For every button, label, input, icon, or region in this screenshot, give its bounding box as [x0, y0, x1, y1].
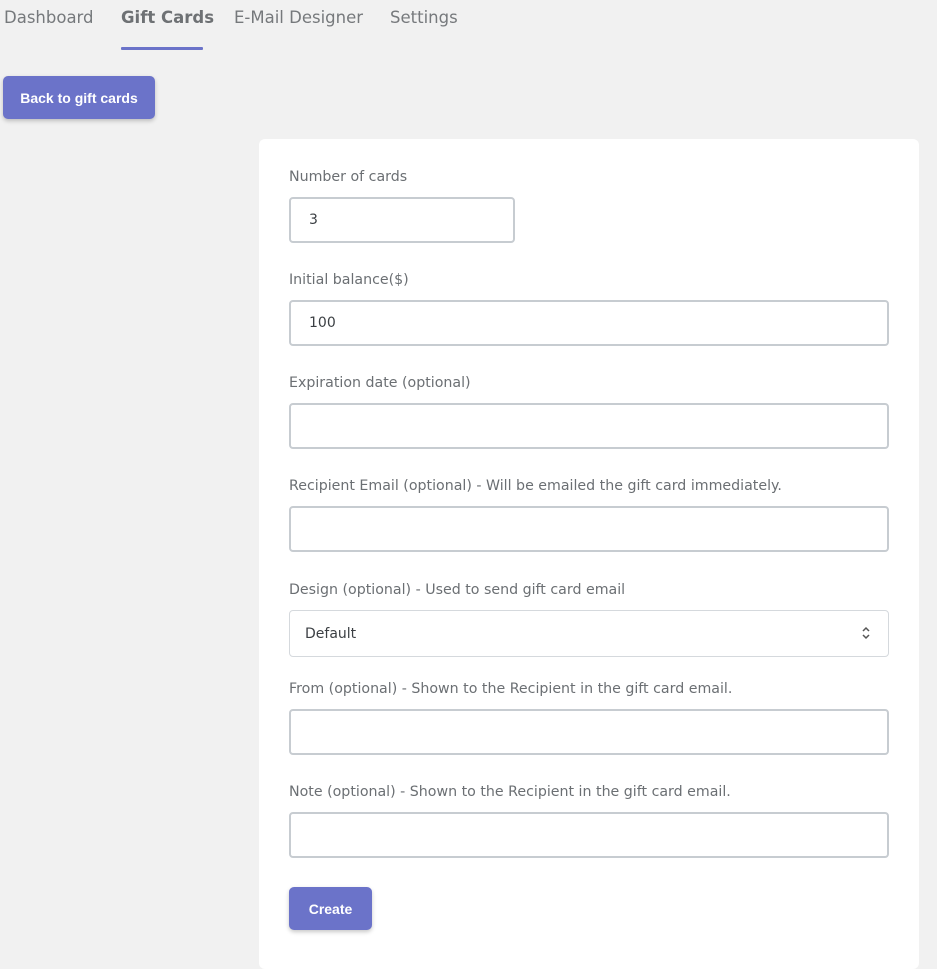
note-label: Note (optional) - Shown to the Recipient… [289, 784, 731, 800]
tab-gift-cards[interactable]: Gift Cards [121, 8, 214, 27]
tab-dashboard[interactable]: Dashboard [4, 8, 94, 27]
create-gift-cards-form: Number of cards Initial balance($) Expir… [259, 139, 919, 969]
initial-balance-label: Initial balance($) [289, 272, 409, 288]
select-arrows-icon [862, 626, 870, 640]
recipient-email-input[interactable] [289, 506, 889, 552]
active-tab-indicator [121, 47, 203, 50]
design-select[interactable]: Default [289, 610, 889, 657]
from-input[interactable] [289, 709, 889, 755]
from-label: From (optional) - Shown to the Recipient… [289, 681, 733, 697]
number-of-cards-label: Number of cards [289, 169, 408, 185]
create-button[interactable]: Create [289, 887, 372, 930]
expiration-date-label: Expiration date (optional) [289, 375, 471, 391]
back-to-gift-cards-button[interactable]: Back to gift cards [3, 76, 155, 119]
number-of-cards-input[interactable] [289, 197, 515, 243]
design-selected-value: Default [305, 625, 357, 642]
initial-balance-input[interactable] [289, 300, 889, 346]
note-input[interactable] [289, 812, 889, 858]
tab-email-designer[interactable]: E-Mail Designer [234, 8, 363, 27]
tab-settings[interactable]: Settings [390, 8, 458, 27]
design-label: Design (optional) - Used to send gift ca… [289, 582, 626, 598]
recipient-email-label: Recipient Email (optional) - Will be ema… [289, 478, 782, 494]
expiration-date-input[interactable] [289, 403, 889, 449]
